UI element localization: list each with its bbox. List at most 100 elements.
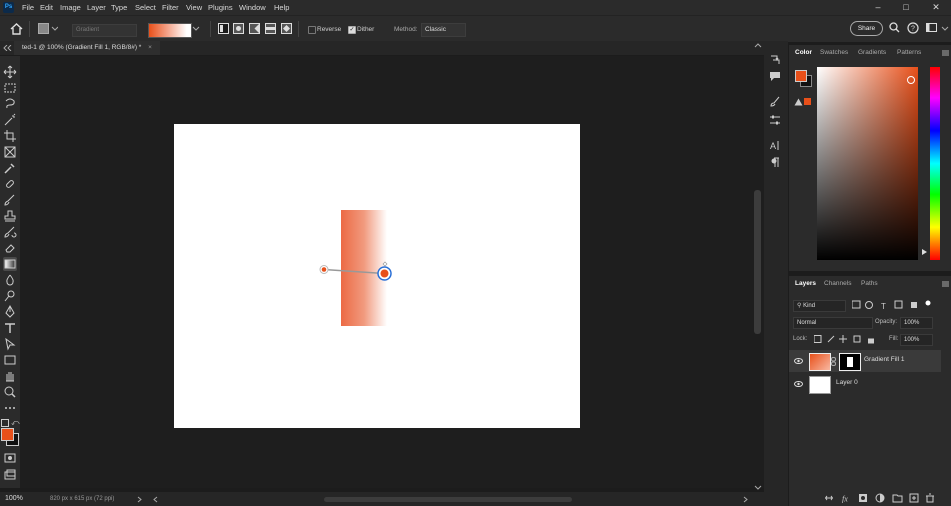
layer-filter-dropdown[interactable]: ⚲ Kind <box>793 300 846 312</box>
scroll-down-icon[interactable] <box>754 485 762 491</box>
gamut-color-chip[interactable] <box>804 98 811 105</box>
paragraph-panel-icon[interactable] <box>769 156 781 168</box>
eraser-icon[interactable] <box>3 241 17 255</box>
fill-input[interactable]: 100% <box>900 334 933 346</box>
hue-slider-marker[interactable] <box>922 249 928 255</box>
history-brush-icon[interactable] <box>3 225 17 239</box>
chevron-double-left-icon[interactable] <box>2 45 12 51</box>
scroll-left-icon[interactable] <box>152 496 158 503</box>
close-window-button[interactable]: ✕ <box>926 0 946 15</box>
lock-options[interactable] <box>814 335 876 344</box>
foreground-color-swatch[interactable] <box>1 428 14 441</box>
type-icon[interactable] <box>3 321 17 335</box>
menu-edit[interactable]: Edit <box>40 0 53 15</box>
layer-name[interactable]: Gradient Fill 1 <box>864 356 904 363</box>
pen-icon[interactable] <box>3 305 17 319</box>
gradient-end-handle[interactable] <box>380 269 389 278</box>
color-picker-cursor[interactable] <box>907 76 915 84</box>
opacity-input[interactable]: 100% <box>900 317 933 329</box>
layer-row-layer-0[interactable]: Layer 0 <box>789 374 941 396</box>
brush-settings-icon[interactable] <box>769 96 781 108</box>
document-tab[interactable]: ted-1 @ 100% (Gradient Fill 1, RGB/8#) *… <box>14 41 160 55</box>
panel-menu-icon[interactable] <box>942 50 949 56</box>
zoom-icon[interactable] <box>3 385 17 399</box>
gradient-icon[interactable] <box>3 257 17 271</box>
tab-channels[interactable]: Channels <box>824 277 851 291</box>
lasso-icon[interactable] <box>3 97 17 111</box>
blur-icon[interactable] <box>3 273 17 287</box>
default-colors-icon[interactable] <box>1 419 9 427</box>
tab-paths[interactable]: Paths <box>861 277 878 291</box>
close-tab-icon[interactable]: × <box>148 44 152 51</box>
screen-mode-icon[interactable] <box>3 468 17 482</box>
frame-icon[interactable] <box>3 145 17 159</box>
hue-slider[interactable] <box>930 67 940 260</box>
scroll-up-icon[interactable] <box>754 42 762 48</box>
layer-0-thumbnail[interactable] <box>809 376 831 394</box>
tab-layers[interactable]: Layers <box>795 277 816 291</box>
document-info[interactable]: 820 px x 615 px (72 ppi) <box>50 492 114 506</box>
horizontal-scroll-thumb[interactable] <box>324 497 572 502</box>
gradient-preview-swatch[interactable] <box>148 23 192 38</box>
menu-window[interactable]: Window <box>239 0 266 15</box>
share-button[interactable]: Share <box>850 21 883 36</box>
tab-patterns[interactable]: Patterns <box>897 46 921 60</box>
method-dropdown[interactable]: Classic <box>421 23 466 37</box>
character-panel-icon[interactable]: A <box>769 139 781 151</box>
dither-checkbox[interactable]: ✓ <box>348 26 356 34</box>
gradient-start-handle[interactable] <box>321 267 327 272</box>
move-icon[interactable] <box>3 65 17 79</box>
layer-mask-thumbnail[interactable] <box>839 353 861 371</box>
reflected-gradient-icon[interactable] <box>265 23 276 34</box>
reverse-checkbox[interactable] <box>308 26 316 34</box>
zoom-level[interactable]: 100% <box>5 492 23 506</box>
more-icon[interactable] <box>3 401 17 415</box>
brush-icon[interactable] <box>3 193 17 207</box>
maximize-button[interactable]: □ <box>896 0 916 15</box>
gradient-tool-preset-icon[interactable] <box>38 23 58 35</box>
history-panel-icon[interactable] <box>769 54 781 66</box>
minimize-button[interactable]: – <box>868 0 888 15</box>
menu-image[interactable]: Image <box>60 0 81 15</box>
visibility-eye-icon[interactable] <box>794 381 803 387</box>
menu-help[interactable]: Help <box>274 0 289 15</box>
comments-icon[interactable] <box>769 70 781 82</box>
crop-icon[interactable] <box>3 129 17 143</box>
menu-filter[interactable]: Filter <box>162 0 179 15</box>
panel-menu-icon[interactable] <box>942 281 949 287</box>
menu-select[interactable]: Select <box>135 0 156 15</box>
search-icon[interactable] <box>889 22 900 33</box>
blend-mode-dropdown[interactable]: Normal <box>793 317 873 329</box>
healing-icon[interactable] <box>3 177 17 191</box>
dodge-icon[interactable] <box>3 289 17 303</box>
rectangle-icon[interactable] <box>3 353 17 367</box>
out-of-gamut-warning-icon[interactable] <box>794 98 803 106</box>
diamond-gradient-icon[interactable] <box>281 23 292 34</box>
menu-layer[interactable]: Layer <box>87 0 106 15</box>
chevron-down-icon[interactable] <box>941 25 949 33</box>
path-select-icon[interactable] <box>3 337 17 351</box>
linear-gradient-icon[interactable] <box>218 23 229 34</box>
vertical-scroll-thumb[interactable] <box>754 190 761 334</box>
chevron-down-icon[interactable] <box>192 25 200 33</box>
quick-mask-icon[interactable] <box>3 451 17 465</box>
chevron-right-icon[interactable] <box>137 496 143 503</box>
magic-wand-icon[interactable] <box>3 113 17 127</box>
foreground-color-chip[interactable] <box>795 70 807 82</box>
marquee-icon[interactable] <box>3 81 17 95</box>
gradient-handle-widget[interactable] <box>316 260 396 284</box>
stamp-icon[interactable] <box>3 209 17 223</box>
hand-icon[interactable] <box>3 369 17 383</box>
eyedropper-icon[interactable] <box>3 161 17 175</box>
color-field[interactable] <box>817 67 918 260</box>
tab-gradients[interactable]: Gradients <box>858 46 886 60</box>
link-icon[interactable] <box>831 357 836 366</box>
swap-colors-icon[interactable]: ⤺ <box>11 418 20 428</box>
help-icon[interactable]: ? <box>907 22 919 34</box>
scroll-right-icon[interactable] <box>743 496 749 503</box>
menu-plugins[interactable]: Plugins <box>208 0 233 15</box>
layer-row-gradient-fill[interactable]: Gradient Fill 1 <box>789 350 941 372</box>
radial-gradient-icon[interactable] <box>233 23 244 34</box>
visibility-eye-icon[interactable] <box>794 358 803 364</box>
menu-file[interactable]: File <box>22 0 34 15</box>
